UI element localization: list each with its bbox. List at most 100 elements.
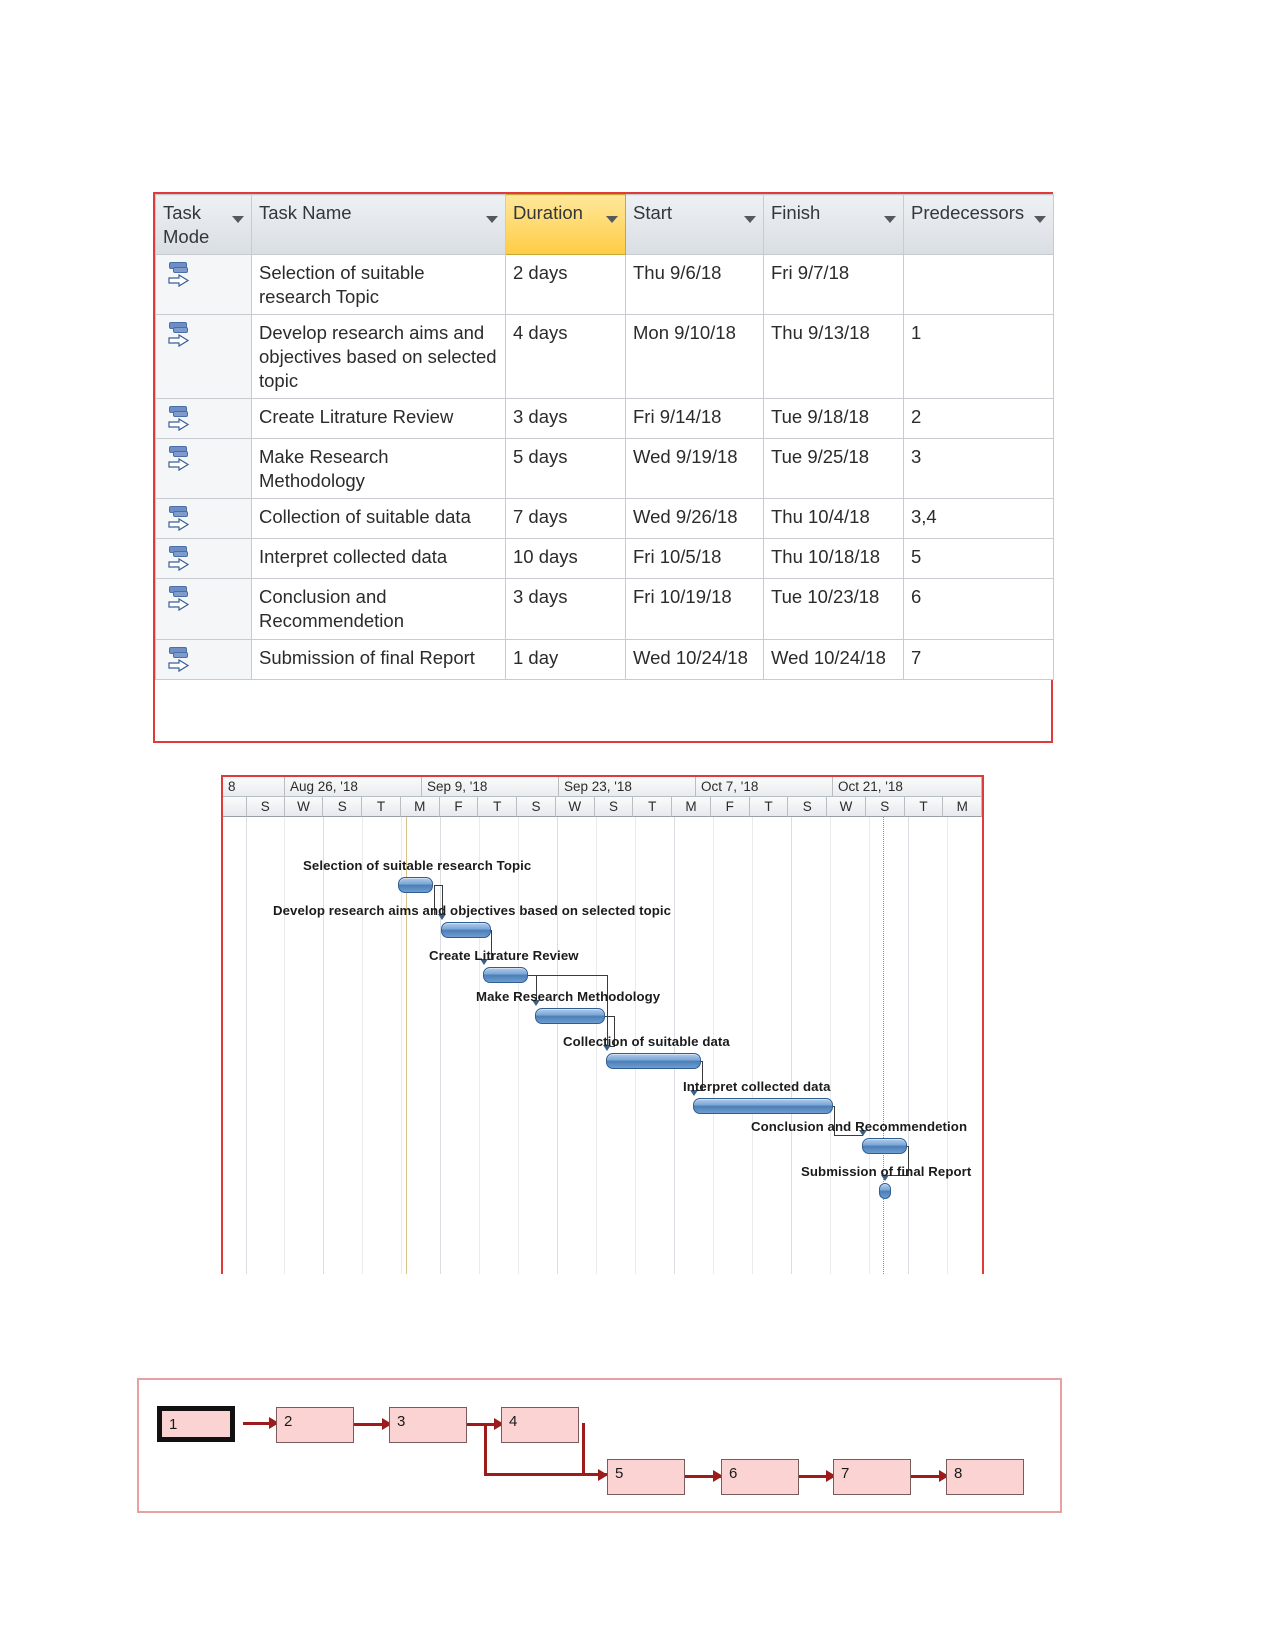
cell-duration[interactable]: 5 days [505, 438, 626, 500]
column-header-task-name[interactable]: Task Name [251, 193, 506, 256]
network-diagram-panel: 1 2 3 4 5 6 7 8 [137, 1378, 1062, 1513]
cell-finish[interactable]: Fri 9/7/18 [763, 254, 904, 316]
cell-predecessors[interactable]: 2 [903, 398, 1054, 440]
gantt-bar[interactable] [483, 967, 528, 983]
column-header-label: Duration [513, 202, 583, 223]
cell-task-mode[interactable] [155, 398, 252, 440]
chevron-down-icon[interactable] [744, 216, 756, 223]
cell-predecessors[interactable]: 3,4 [903, 498, 1054, 540]
cell-task-mode[interactable] [155, 578, 252, 640]
cell-duration[interactable]: 10 days [505, 538, 626, 580]
column-header-duration[interactable]: Duration [505, 193, 626, 256]
cell-predecessors[interactable]: 6 [903, 578, 1054, 640]
table-row[interactable]: Conclusion and Recommendetion 3 days Fri… [155, 578, 1054, 640]
column-header-start[interactable]: Start [625, 193, 764, 256]
table-row[interactable]: Create Litrature Review 3 days Fri 9/14/… [155, 398, 1054, 440]
chevron-down-icon[interactable] [486, 216, 498, 223]
network-node[interactable]: 1 [157, 1406, 235, 1442]
cell-task-name[interactable]: Create Litrature Review [251, 398, 506, 440]
column-header-label: Task Name [259, 202, 352, 223]
table-row[interactable]: Make Research Methodology 5 days Wed 9/1… [155, 438, 1054, 500]
cell-task-name[interactable]: Collection of suitable data [251, 498, 506, 540]
cell-task-mode[interactable] [155, 498, 252, 540]
cell-start[interactable]: Wed 9/26/18 [625, 498, 764, 540]
cell-start[interactable]: Wed 10/24/18 [625, 638, 764, 680]
cell-duration[interactable]: 3 days [505, 578, 626, 640]
cell-task-mode[interactable] [155, 314, 252, 400]
table-row[interactable]: Collection of suitable data 7 days Wed 9… [155, 498, 1054, 540]
gantt-bar[interactable] [535, 1008, 605, 1024]
chevron-down-icon[interactable] [1034, 216, 1046, 223]
cell-finish[interactable]: Thu 9/13/18 [763, 314, 904, 400]
timeline-minor-cell: M [943, 797, 983, 817]
cell-finish[interactable]: Tue 9/18/18 [763, 398, 904, 440]
cell-finish[interactable]: Thu 10/18/18 [763, 538, 904, 580]
cell-start[interactable]: Thu 9/6/18 [625, 254, 764, 316]
cell-task-mode[interactable] [155, 538, 252, 580]
network-node[interactable]: 6 [721, 1459, 799, 1495]
network-node[interactable]: 7 [833, 1459, 911, 1495]
cell-duration[interactable]: 7 days [505, 498, 626, 540]
network-node[interactable]: 4 [501, 1407, 579, 1443]
network-node[interactable]: 3 [389, 1407, 467, 1443]
cell-duration[interactable]: 4 days [505, 314, 626, 400]
cell-task-name[interactable]: Selection of suitable research Topic [251, 254, 506, 316]
cell-predecessors[interactable]: 7 [903, 638, 1054, 680]
table-row[interactable]: Interpret collected data 10 days Fri 10/… [155, 538, 1054, 580]
timeline-minor-cell: M [672, 797, 711, 817]
cell-task-name[interactable]: Submission of final Report [251, 638, 506, 680]
arrow-right-icon [168, 274, 190, 288]
cell-start[interactable]: Wed 9/19/18 [625, 438, 764, 500]
timeline-minor-cell: S [594, 797, 634, 817]
network-node[interactable]: 5 [607, 1459, 685, 1495]
cell-task-name[interactable]: Make Research Methodology [251, 438, 506, 500]
cell-predecessors[interactable]: 1 [903, 314, 1054, 400]
network-node[interactable]: 2 [276, 1407, 354, 1443]
cell-task-mode[interactable] [155, 438, 252, 500]
timeline-minor-cell: W [284, 797, 324, 817]
chevron-down-icon[interactable] [232, 216, 244, 223]
cell-start[interactable]: Fri 10/5/18 [625, 538, 764, 580]
gantt-bar[interactable] [398, 877, 433, 893]
timeline-minor-cell: F [439, 797, 479, 817]
table-row[interactable]: Submission of final Report 1 day Wed 10/… [155, 638, 1054, 680]
cell-start[interactable]: Fri 10/19/18 [625, 578, 764, 640]
gantt-bar[interactable] [606, 1053, 701, 1069]
timeline-major-cell: 8 [223, 777, 285, 797]
gantt-bar[interactable] [862, 1138, 907, 1154]
column-header-predecessors[interactable]: Predecessors [903, 193, 1054, 256]
gantt-chart-area[interactable]: Selection of suitable research Topic Dev… [223, 817, 982, 1274]
timeline-minor-cell: S [517, 797, 556, 817]
cell-predecessors[interactable]: 3 [903, 438, 1054, 500]
cell-start[interactable]: Fri 9/14/18 [625, 398, 764, 440]
timeline-minor-cell: S [788, 797, 828, 817]
cell-duration[interactable]: 3 days [505, 398, 626, 440]
timeline-minor-cell [223, 797, 247, 817]
cell-start[interactable]: Mon 9/10/18 [625, 314, 764, 400]
column-header-finish[interactable]: Finish [763, 193, 904, 256]
cell-task-mode[interactable] [155, 638, 252, 680]
cell-duration[interactable]: 2 days [505, 254, 626, 316]
gantt-bar[interactable] [879, 1183, 891, 1199]
cell-finish[interactable]: Thu 10/4/18 [763, 498, 904, 540]
cell-finish[interactable]: Wed 10/24/18 [763, 638, 904, 680]
cell-task-name[interactable]: Conclusion and Recommendetion [251, 578, 506, 640]
column-header-task-mode[interactable]: Task Mode [155, 193, 252, 256]
table-row[interactable]: Develop research aims and objectives bas… [155, 314, 1054, 400]
network-node[interactable]: 8 [946, 1459, 1024, 1495]
gantt-bar[interactable] [693, 1098, 833, 1114]
chevron-down-icon[interactable] [606, 216, 618, 223]
cell-task-name[interactable]: Interpret collected data [251, 538, 506, 580]
cell-task-name[interactable]: Develop research aims and objectives bas… [251, 314, 506, 400]
timeline-minor-cell: T [633, 797, 673, 817]
gantt-bar[interactable] [441, 922, 491, 938]
cell-task-mode[interactable] [155, 254, 252, 316]
table-row[interactable]: Selection of suitable research Topic 2 d… [155, 254, 1054, 316]
cell-duration[interactable]: 1 day [505, 638, 626, 680]
cell-predecessors[interactable] [903, 254, 1054, 316]
chevron-down-icon[interactable] [884, 216, 896, 223]
cell-predecessors[interactable]: 5 [903, 538, 1054, 580]
cell-finish[interactable]: Tue 10/23/18 [763, 578, 904, 640]
cell-finish[interactable]: Tue 9/25/18 [763, 438, 904, 500]
gantt-bar-label: Make Research Methodology [476, 989, 661, 1004]
